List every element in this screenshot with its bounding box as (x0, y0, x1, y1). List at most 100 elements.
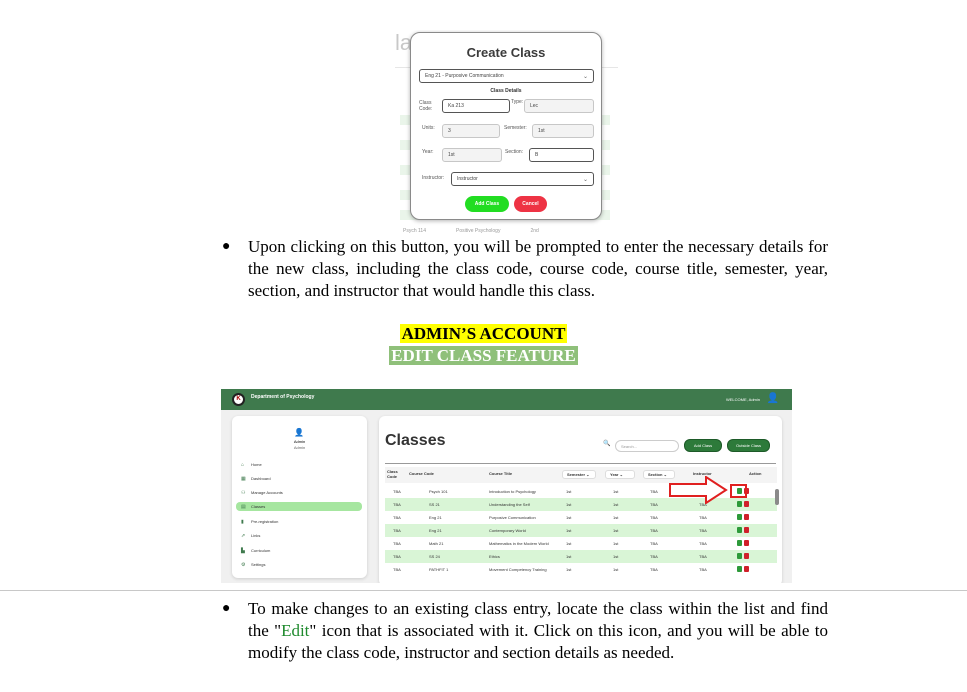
delete-icon[interactable] (744, 566, 749, 572)
link-icon: ⇗ (241, 533, 246, 539)
table-cell: PATHFIT 1 (429, 567, 449, 572)
table-cell: 1st (613, 554, 619, 559)
year-label: Year: (422, 149, 434, 155)
edit-icon[interactable] (737, 514, 742, 520)
sidebar: 👤 Admin Admin ⌂ Home ▦ Dashboard ⚇ Manage Acc… (232, 416, 367, 578)
scrollbar[interactable] (775, 489, 779, 505)
document-icon: ▮ (241, 519, 244, 525)
section-label: Section: (505, 149, 524, 155)
department-logo: K (232, 393, 245, 406)
edit-icon[interactable] (737, 540, 742, 546)
table-cell: Movement Competency Training (489, 567, 547, 572)
table-cell: SS 21 (429, 502, 440, 507)
table-cell: TBA (650, 541, 658, 546)
edit-icon[interactable] (737, 553, 742, 559)
sidebar-item-label: Curriculum (251, 548, 271, 553)
delete-icon[interactable] (744, 514, 749, 520)
section-input[interactable]: B (529, 148, 594, 162)
table-row: TBA Math 21 Mathematics in the Modern Worl… (385, 537, 777, 550)
class-code-input[interactable]: Ka 213 (442, 99, 510, 113)
sidebar-item-links[interactable]: ⇗ Links (236, 531, 362, 540)
accounts-icon: ⚇ (241, 490, 246, 496)
table-cell: TBA (393, 489, 401, 494)
table-cell: 1st (613, 541, 619, 546)
sidebar-item-pre-registration[interactable]: ▮ Pre-registration (236, 517, 362, 526)
column-header: Action (749, 471, 762, 476)
sidebar-item-manage-accounts[interactable]: ⚇ Manage Accounts (236, 488, 362, 497)
edit-icon[interactable] (737, 527, 742, 533)
instructor-select[interactable]: Instructor ⌄ (451, 172, 594, 186)
page-title: Classes (385, 432, 446, 449)
edit-word: Edit (281, 621, 310, 640)
gear-icon: ⚙ (241, 562, 246, 568)
sidebar-item-label: Home (251, 462, 262, 467)
year-field[interactable]: 1st (442, 148, 502, 162)
outside-class-button[interactable]: Outside Class (727, 439, 770, 452)
table-cell: TBA (699, 528, 707, 533)
units-field[interactable]: 3 (442, 124, 500, 138)
table-cell: TBA (699, 567, 707, 572)
table-cell: 1st (566, 502, 572, 507)
sidebar-item-label: Settings (251, 562, 266, 567)
sidebar-item-label: Pre-registration (251, 519, 279, 524)
add-class-button[interactable]: Add Class (684, 439, 722, 452)
table-cell: TBA (650, 528, 658, 533)
semester-filter[interactable]: Semester ⌄ (562, 470, 596, 479)
table-cell: Purposive Communication (489, 515, 536, 520)
units-label: Units: (422, 125, 435, 131)
modal-title: Create Class (466, 45, 546, 60)
table-cell: TBA (650, 489, 658, 494)
table-cell: SS 24 (429, 554, 440, 559)
sidebar-item-classes[interactable]: ▤ Classes (236, 502, 362, 511)
user-icon[interactable]: 👤 (767, 393, 779, 405)
delete-icon[interactable] (744, 501, 749, 507)
chevron-down-icon: ⌄ (582, 177, 588, 183)
create-class-screenshot: la Psych 114 Positive Psychology 2nd Cre… (395, 30, 618, 235)
year-filter[interactable]: Year ⌄ (605, 470, 635, 479)
table-cell: Math 21 (429, 541, 444, 546)
table-cell: Eng 21 (429, 515, 442, 520)
type-field[interactable]: Lec (524, 99, 594, 113)
curriculum-icon: ▙ (241, 548, 245, 554)
course-select[interactable]: Eng 21 - Purposive Communication ⌄ (419, 69, 594, 83)
table-cell: TBA (393, 554, 401, 559)
sidebar-item-label: Classes (251, 504, 266, 509)
semester-field[interactable]: 1st (532, 124, 594, 138)
table-cell: TBA (650, 567, 658, 572)
search-input[interactable]: Search... (615, 440, 679, 452)
delete-icon[interactable] (744, 540, 749, 546)
type-label: Type: (511, 99, 524, 105)
header-divider (385, 463, 776, 464)
cancel-button[interactable]: Cancel (514, 196, 547, 212)
add-class-button[interactable]: Add Class (465, 196, 509, 212)
sidebar-item-dashboard[interactable]: ▦ Dashboard (236, 474, 362, 483)
table-cell: Contemporary World (489, 528, 526, 533)
table-row: TBA SS 24 Ethics 1st 1st TBA TBA (385, 550, 777, 563)
department-name: Department of Psychology (251, 394, 315, 400)
sidebar-item-settings[interactable]: ⚙ Settings (236, 560, 362, 569)
sidebar-item-home[interactable]: ⌂ Home (236, 460, 362, 469)
table-cell: Introduction to Psychology (489, 489, 536, 494)
table-cell: Ethics (489, 554, 500, 559)
table-cell: TBA (393, 567, 401, 572)
table-row: TBA Eng 21 Contemporary World 1st 1st TBA TBA (385, 524, 777, 537)
sidebar-item-curriculum[interactable]: ▙ Curriculum (236, 546, 362, 555)
semester-label: Semester: (504, 125, 527, 131)
home-icon: ⌂ (241, 462, 245, 468)
background-footer-row: Psych 114 Positive Psychology 2nd (403, 228, 539, 234)
instruction-paragraph-1: ● Upon clicking on this button, you will… (222, 237, 828, 300)
delete-icon[interactable] (744, 527, 749, 533)
table-row: TBA PATHFIT 1 Movement Competency Training… (385, 563, 777, 576)
table-cell: TBA (650, 554, 658, 559)
column-header: Course Code (409, 471, 434, 476)
class-code-label: Class Code: (419, 100, 433, 112)
table-cell: 1st (566, 541, 572, 546)
table-cell: 1st (613, 528, 619, 533)
table-cell: TBA (650, 515, 658, 520)
table-cell: 1st (566, 528, 572, 533)
delete-icon[interactable] (744, 553, 749, 559)
instructor-label: Instructor: (422, 175, 445, 181)
table-cell: TBA (699, 554, 707, 559)
edit-icon[interactable] (737, 566, 742, 572)
sidebar-user-role: Admin (293, 445, 306, 450)
